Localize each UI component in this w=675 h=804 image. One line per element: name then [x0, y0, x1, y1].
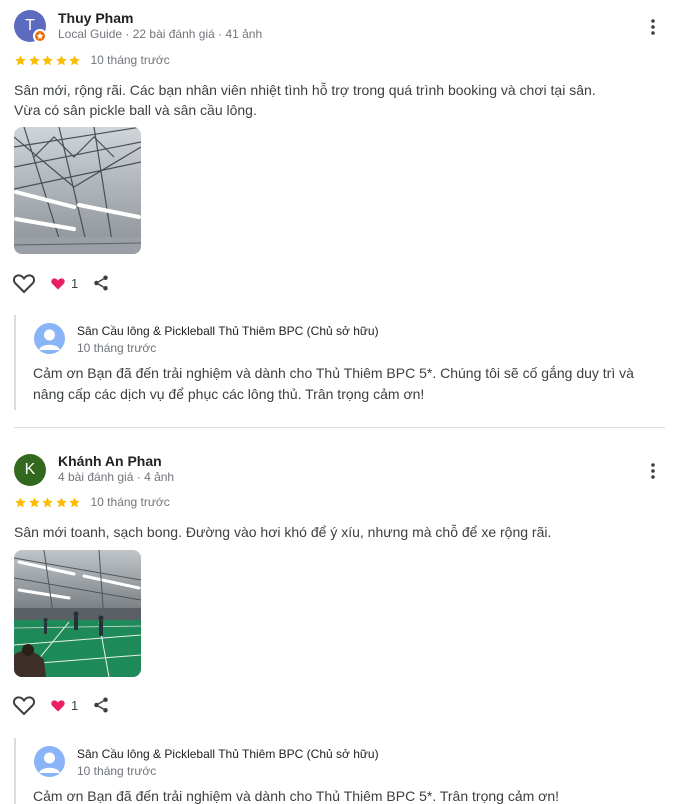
heart-outline-icon [12, 274, 36, 294]
star-icon [28, 54, 40, 65]
owner-avatar[interactable] [34, 323, 65, 354]
likes-count-button[interactable]: 1 [50, 276, 78, 291]
star-icon [69, 496, 80, 507]
person-icon [39, 329, 60, 350]
like-count: 1 [71, 275, 79, 291]
review-actions: 1 [12, 272, 110, 294]
like-count: 1 [71, 697, 79, 713]
heart-filled-icon [51, 277, 65, 289]
reviewer-name[interactable]: Khánh An Phan [58, 453, 162, 469]
more-vert-icon [651, 463, 655, 479]
owner-reply-text: Cảm ơn Bạn đã đến trải nghiệm và dành ch… [33, 363, 653, 405]
like-button[interactable] [12, 272, 36, 294]
reviewer-name[interactable]: Thuy Pham [58, 10, 133, 26]
star-icon [55, 496, 67, 507]
star-rating: 10 tháng trước [14, 53, 170, 67]
star-rating: 10 tháng trước [14, 495, 170, 509]
like-button[interactable] [12, 694, 36, 716]
local-guide-badge-icon [33, 29, 47, 43]
review-photo[interactable] [14, 550, 141, 677]
review-actions: 1 [12, 694, 110, 716]
share-icon [94, 697, 108, 713]
review-text: Sân mới toanh, sạch bong. Đường vào hơi … [14, 522, 654, 542]
more-options-button[interactable] [640, 14, 666, 40]
heart-filled-icon [51, 699, 65, 711]
share-button[interactable] [92, 274, 110, 292]
star-icon [55, 54, 67, 65]
review-text: Sân mới, rộng rãi. Các bạn nhân viên nhi… [14, 80, 654, 120]
share-icon [94, 275, 108, 291]
owner-avatar[interactable] [34, 746, 65, 777]
review-divider [14, 427, 665, 428]
star-icon [15, 496, 26, 507]
photo-indoor-court-players [14, 550, 141, 677]
star-icon [42, 54, 53, 65]
heart-outline-icon [12, 696, 36, 716]
star-icon [69, 54, 80, 65]
star-icon [15, 54, 26, 65]
owner-reply-date: 10 tháng trước [77, 341, 157, 355]
review-text-line: Sân mới, rộng rãi. Các bạn nhân viên nhi… [14, 82, 596, 98]
photo-indoor-court-ceiling [14, 127, 141, 254]
review-photo[interactable] [14, 127, 141, 254]
more-vert-icon [651, 19, 655, 35]
review-date: 10 tháng trước [90, 53, 170, 67]
owner-reply-date: 10 tháng trước [77, 764, 157, 778]
review-text-line: Vừa có sân pickle ball và sân cầu lông. [14, 102, 257, 118]
owner-name: Sân Cầu lông & Pickleball Thủ Thiêm BPC … [77, 747, 379, 761]
owner-reply-text: Cảm ơn Bạn đã đến trải nghiệm và dành ch… [33, 786, 653, 804]
owner-reply: Sân Cầu lông & Pickleball Thủ Thiêm BPC … [14, 315, 664, 410]
owner-reply-line: Cảm ơn Bạn đã đến trải nghiệm và dành ch… [33, 788, 560, 804]
review-date: 10 tháng trước [90, 495, 170, 509]
reviewer-meta: Local Guide · 22 bài đánh giá · 41 ảnh [58, 27, 263, 41]
likes-count-button[interactable]: 1 [50, 698, 78, 713]
avatar[interactable]: K [14, 454, 46, 486]
owner-name: Sân Cầu lông & Pickleball Thủ Thiêm BPC … [77, 324, 379, 338]
star-icon [42, 496, 53, 507]
reviewer-meta: 4 bài đánh giá · 4 ảnh [58, 470, 175, 484]
star-icon [28, 496, 40, 507]
share-button[interactable] [92, 696, 110, 714]
owner-reply: Sân Cầu lông & Pickleball Thủ Thiêm BPC … [14, 738, 664, 804]
owner-reply-line: Cảm ơn Bạn đã đến trải nghiệm và dành ch… [33, 365, 634, 381]
more-options-button[interactable] [640, 458, 666, 484]
review-text-line: Sân mới toanh, sạch bong. Đường vào hơi … [14, 524, 552, 540]
owner-reply-line: nâng cấp các dịch vụ để phục các lông th… [33, 386, 425, 402]
avatar-letter: K [24, 461, 36, 478]
person-icon [39, 752, 60, 773]
